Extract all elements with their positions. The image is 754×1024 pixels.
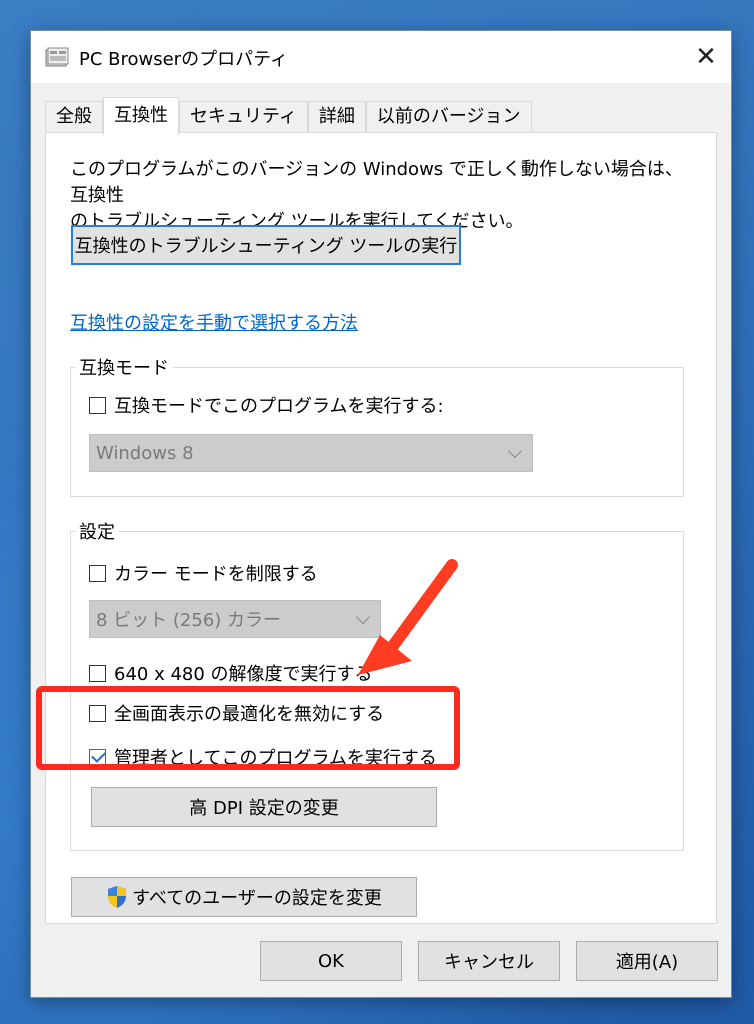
title-bar[interactable]: PC Browserのプロパティ ✕ [31,31,731,83]
resolution-640-row[interactable]: 640 x 480 の解像度で実行する [89,660,373,686]
color-depth-select[interactable]: 8 ビット (256) カラー [89,600,381,638]
color-depth-select-value: 8 ビット (256) カラー [96,610,282,631]
change-all-users-label: すべてのユーザーの設定を変更 [132,888,382,909]
uac-shield-icon [108,886,127,908]
tab-security[interactable]: セキュリティ [179,101,308,133]
program-icon [45,47,69,67]
run-troubleshooter-button[interactable]: 互換性のトラブルシューティング ツールの実行 [71,225,461,265]
red-arrow-annotation [358,559,458,675]
tab-previous-versions[interactable]: 以前のバージョン [365,101,532,133]
resolution-640-label: 640 x 480 の解像度で実行する [114,664,373,685]
properties-dialog: PC Browserのプロパティ ✕ 全般 互換性 セキュリティ 詳細 以前のバ… [30,30,732,998]
settings-legend: 設定 [75,518,119,544]
change-all-users-button[interactable]: すべてのユーザーの設定を変更 [71,877,417,917]
chevron-down-icon [507,443,523,459]
tab-general[interactable]: 全般 [45,101,103,133]
reduced-color-row[interactable]: カラー モードを制限する [89,560,318,586]
cancel-button[interactable]: キャンセル [418,941,560,981]
tab-details[interactable]: 詳細 [307,101,366,133]
compat-mode-select[interactable]: Windows 8 [89,434,533,472]
reduced-color-checkbox[interactable] [89,564,106,582]
description-line-1: このプログラムがこのバージョンの Windows で正しく動作しない場合は、互換… [70,159,683,206]
compat-mode-legend: 互換モード [75,354,173,380]
close-icon: ✕ [695,42,717,72]
apply-button[interactable]: 適用(A) [576,941,718,981]
compat-mode-checkbox[interactable] [89,396,106,414]
resolution-640-checkbox[interactable] [89,664,106,682]
window-title: PC Browserのプロパティ [79,49,289,70]
compat-mode-select-value: Windows 8 [96,442,194,464]
compat-mode-checkbox-label: 互換モードでこのプログラムを実行する: [114,396,444,417]
compat-mode-group: 互換モード 互換モードでこのプログラムを実行する: Windows 8 [70,354,684,497]
highlight-annotation [36,686,460,770]
high-dpi-settings-button[interactable]: 高 DPI 設定の変更 [91,787,437,827]
manual-settings-link[interactable]: 互換性の設定を手動で選択する方法 [70,309,358,335]
compatibility-description: このプログラムがこのバージョンの Windows で正しく動作しない場合は、互換… [70,157,700,235]
close-button[interactable]: ✕ [681,31,731,83]
reduced-color-label: カラー モードを制限する [114,564,318,585]
ok-button[interactable]: OK [260,941,402,981]
compat-mode-checkbox-row[interactable]: 互換モードでこのプログラムを実行する: [89,392,444,418]
tab-compatibility[interactable]: 互換性 [103,97,179,135]
tab-bar: 全般 互換性 セキュリティ 詳細 以前のバージョン [45,97,532,135]
compatibility-panel: このプログラムがこのバージョンの Windows で正しく動作しない場合は、互換… [45,132,717,924]
